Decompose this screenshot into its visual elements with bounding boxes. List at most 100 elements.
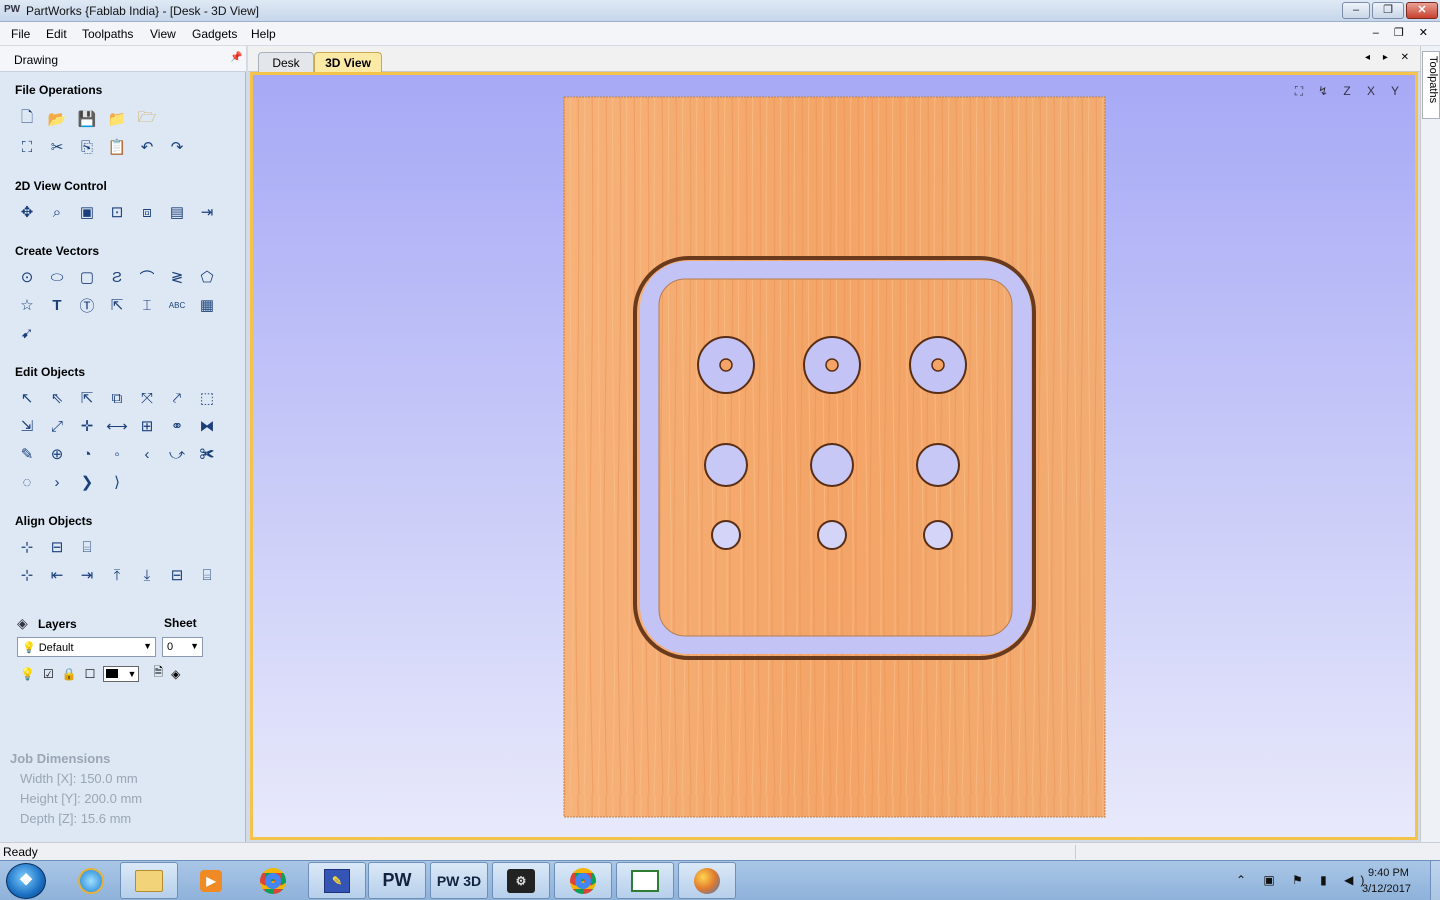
align-bottom-icon[interactable]: ⤓: [135, 564, 159, 586]
chrome-icon[interactable]: [244, 862, 302, 899]
align-center-material-icon[interactable]: ⊹: [15, 564, 39, 586]
tab-desk[interactable]: Desk: [258, 52, 314, 72]
mdi-window-controls[interactable]: – ❐ ✕: [1373, 26, 1434, 39]
minimize-button[interactable]: –: [1342, 2, 1370, 19]
array-copy-icon[interactable]: ⊞: [135, 415, 159, 437]
nest-icon[interactable]: ⚭: [165, 415, 189, 437]
fillet-icon[interactable]: ‹: [135, 443, 159, 465]
cut-icon[interactable]: ✂: [45, 136, 69, 158]
menu-file[interactable]: File: [11, 27, 30, 41]
close-vector-icon[interactable]: ❯: [75, 471, 99, 493]
text-icon[interactable]: T: [45, 294, 69, 316]
mirror-icon[interactable]: ⤧: [135, 387, 159, 409]
arc-text-icon[interactable]: ABC: [165, 294, 189, 316]
smooth-icon[interactable]: ⟩: [105, 471, 129, 493]
zoom-extents-icon[interactable]: ▣: [75, 201, 99, 223]
menu-view[interactable]: View: [150, 27, 176, 41]
menu-help[interactable]: Help: [251, 27, 276, 41]
machine-control-icon[interactable]: ⚙: [492, 862, 550, 899]
view-y-icon[interactable]: Y: [1383, 83, 1407, 103]
text-box-icon[interactable]: Ⓣ: [75, 294, 99, 316]
view-options-icon[interactable]: ⇥: [195, 201, 219, 223]
curve-icon[interactable]: ≷: [165, 266, 189, 288]
intersect-icon[interactable]: ◦: [105, 443, 129, 465]
pan-icon[interactable]: ✥: [15, 201, 39, 223]
system-tray[interactable]: ⌃ ▣ ⚑ ▮ ◀): [1236, 873, 1371, 887]
align-horizontal-center-icon[interactable]: ⊟: [45, 536, 69, 558]
save-icon[interactable]: 💾: [75, 108, 99, 130]
open-file-icon[interactable]: 📂: [45, 108, 69, 130]
offset-icon[interactable]: ◌: [15, 471, 39, 493]
layer-manager-icon[interactable]: 🗎: [153, 663, 163, 684]
move-icon[interactable]: ⇲: [15, 415, 39, 437]
extend-icon[interactable]: ⤻: [165, 443, 189, 465]
clock-date[interactable]: 3/12/2017: [1362, 883, 1411, 895]
select-icon[interactable]: ↖: [15, 387, 39, 409]
weld-icon[interactable]: ⊕: [45, 443, 69, 465]
align-v-center-icon[interactable]: ⌸: [195, 564, 219, 586]
file-explorer-icon[interactable]: [120, 862, 178, 899]
distort-icon[interactable]: ⧓: [195, 415, 219, 437]
polygon-icon[interactable]: ⬠: [195, 266, 219, 288]
tab-3d-view[interactable]: 3D View: [314, 52, 382, 73]
flip-icon[interactable]: ⟷: [105, 415, 129, 437]
layer-select[interactable]: 💡 Default ▼: [17, 637, 156, 657]
layer-lock-icon[interactable]: 🔒: [62, 667, 77, 681]
view-grid-icon[interactable]: ▤: [165, 201, 189, 223]
zoom-box-icon[interactable]: ⊡: [105, 201, 129, 223]
new-file-icon[interactable]: 🗋: [15, 108, 39, 130]
join-icon[interactable]: ›: [45, 471, 69, 493]
paint-icon[interactable]: [678, 862, 736, 899]
toolpaths-tab[interactable]: Toolpaths: [1422, 51, 1440, 119]
redo-icon[interactable]: ↷: [165, 136, 189, 158]
job-setup-icon[interactable]: ⛶: [15, 136, 39, 158]
transform-icon[interactable]: ⬚: [195, 387, 219, 409]
menu-edit[interactable]: Edit: [46, 27, 67, 41]
star-icon[interactable]: ☆: [15, 294, 39, 316]
interactive-select-icon[interactable]: ⇱: [75, 387, 99, 409]
text-on-curve-icon[interactable]: ⇱: [105, 294, 129, 316]
3d-viewport[interactable]: ⛶ ↯ Z X Y: [250, 72, 1418, 840]
show-desktop-button[interactable]: [1430, 861, 1440, 900]
layer-visible-checkbox[interactable]: ☑: [43, 667, 54, 681]
menu-gadgets[interactable]: Gadgets: [192, 27, 237, 41]
partworks-document-icon[interactable]: ✎: [308, 862, 366, 899]
layers-stack-icon[interactable]: ◈: [171, 667, 180, 681]
undo-icon[interactable]: ↶: [135, 136, 159, 158]
clock-time[interactable]: 9:40 PM: [1368, 867, 1409, 879]
zoom-material-icon[interactable]: ⧈: [135, 201, 159, 223]
align-top-icon[interactable]: ⤒: [105, 564, 129, 586]
media-player-icon[interactable]: ▶: [182, 862, 240, 899]
circle-icon[interactable]: ⊙: [15, 266, 39, 288]
rectangle-icon[interactable]: ▢: [75, 266, 99, 288]
tab-navigation[interactable]: ◂ ▸ ✕: [1365, 52, 1414, 63]
restore-button[interactable]: ❐: [1372, 2, 1404, 19]
auto-layout-text-icon[interactable]: ⌶: [135, 294, 159, 316]
layer-visibility-icon[interactable]: 💡: [20, 667, 35, 681]
zoom-fit-icon[interactable]: ⛶: [1287, 83, 1311, 103]
document-viewer-icon[interactable]: [616, 862, 674, 899]
close-button[interactable]: ✕: [1406, 2, 1438, 19]
paste-icon[interactable]: 📋: [105, 136, 129, 158]
rotate-icon[interactable]: ✛: [75, 415, 99, 437]
polyline-icon[interactable]: Ƨ: [105, 266, 129, 288]
layer-color-picker[interactable]: ▼: [103, 665, 140, 682]
node-edit-icon[interactable]: ⇖: [45, 387, 69, 409]
align-h-center-icon[interactable]: ⊟: [165, 564, 189, 586]
ellipse-icon[interactable]: ⬭: [45, 266, 69, 288]
chrome-active-icon[interactable]: [554, 862, 612, 899]
iso-view-icon[interactable]: ↯: [1311, 83, 1335, 103]
edit-text-icon[interactable]: ⧉: [105, 387, 129, 409]
view-x-icon[interactable]: X: [1359, 83, 1383, 103]
scale-icon[interactable]: ⤢: [45, 415, 69, 437]
partworks-3d-taskbar-button[interactable]: PW 3D: [430, 862, 488, 899]
export-icon[interactable]: 🗁: [135, 108, 159, 130]
pin-icon[interactable]: 📌: [230, 52, 242, 63]
copy-icon[interactable]: ⎘: [75, 136, 99, 158]
3d-scene[interactable]: [253, 75, 1415, 837]
draw-tab-icon[interactable]: ⤤: [165, 387, 189, 409]
arc-icon[interactable]: ⌒: [135, 266, 159, 288]
partworks-taskbar-button[interactable]: PW: [368, 862, 426, 899]
trace-bitmap-icon[interactable]: ➹: [15, 322, 39, 344]
internet-explorer-icon[interactable]: [62, 862, 120, 899]
